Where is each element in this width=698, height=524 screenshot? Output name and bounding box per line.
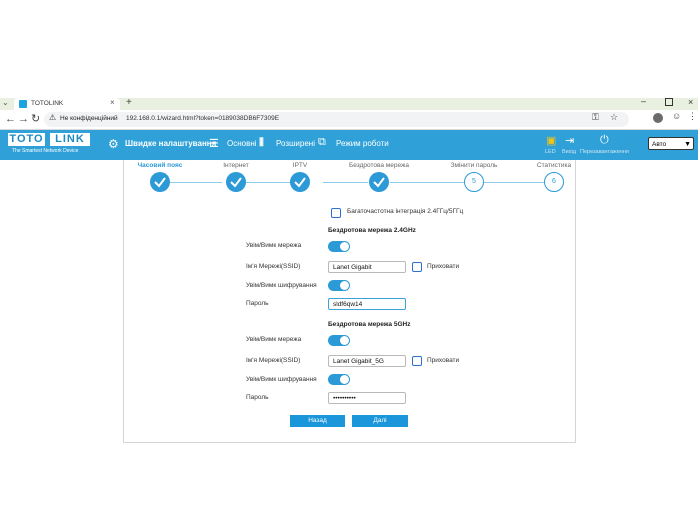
step-1-check[interactable] [150,172,170,192]
browser-tab[interactable]: TOTOLINK × [14,98,120,110]
band24-ssid-label: Ім'я Мережі(SSID) [246,263,301,270]
tab-favicon-icon [19,100,27,108]
band5-hide-label: Приховати [427,357,460,364]
integration-checkbox[interactable] [331,208,341,218]
wizard-panel: Часовий пояс Інтернет IPTV Бездротова ме… [123,160,576,443]
band24-password-input[interactable]: sldf6qw14 [328,298,406,310]
step-connector [484,182,544,183]
tab-close-icon[interactable]: × [110,98,115,107]
gear-icon: ⚙ [108,137,119,151]
back-button[interactable]: Назад [290,415,345,427]
step-label-timezone: Часовий пояс [137,162,183,169]
power-icon[interactable]: ⏻ [600,134,609,147]
band24-hide-label: Приховати [427,263,460,270]
band5-password-label: Пароль [246,394,269,401]
security-status[interactable]: Не конфіденційний [60,115,118,122]
check-icon [373,177,385,188]
forward-icon[interactable]: → [18,112,29,126]
chevron-down-icon: ▼ [684,141,691,148]
step-5[interactable]: 5 [464,172,484,192]
check-icon [294,177,306,188]
browser-tab-strip: ⌄ TOTOLINK × + – × [0,96,698,110]
address-bar-row: ← → ↻ ⚠ Не конфіденційний 192.168.0.1/wi… [0,110,698,130]
minimize-icon[interactable]: – [641,96,646,106]
band5-password-input[interactable]: •••••••••• [328,392,406,404]
check-icon [230,177,242,188]
menu-icon[interactable]: ⋮ [688,111,697,122]
step-3-check[interactable] [290,172,310,192]
band24-wifi-toggle[interactable] [328,241,350,252]
band5-title: Бездротова мережа 5GHz [328,321,411,328]
step-2-check[interactable] [226,172,246,192]
monitor-icon: ⧉ [318,136,326,148]
step-label-password: Змінити пароль [450,162,498,169]
next-button[interactable]: Далі [352,415,408,427]
totolink-logo: TOTO LINK The Smartest Network Device [8,133,90,157]
key-icon[interactable]: ⚿ [592,112,599,123]
band5-encryption-label: Увім/Вимк шифрування [246,376,317,383]
band24-encryption-label: Увім/Вимк шифрування [246,282,317,289]
language-value: Авто [652,141,667,148]
router-header: TOTO LINK The Smartest Network Device ⚙ … [0,130,698,160]
band24-title: Бездротова мережа 2.4GHz [328,227,416,234]
sliders-icon: ⦀ [259,137,264,149]
step-connector [390,182,464,183]
logout-icon[interactable]: ⇥ [565,134,574,147]
band5-ssid-input[interactable]: Lanet Gigabit_5G [328,355,406,367]
step-label-iptv: IPTV [292,162,308,169]
band5-hide-checkbox[interactable] [412,356,422,366]
band24-hide-checkbox[interactable] [412,262,422,272]
band5-ssid-label: Ім'я Мережі(SSID) [246,357,301,364]
band5-encryption-toggle[interactable] [328,374,350,385]
logout-label[interactable]: Вихід [562,149,576,155]
band24-encryption-toggle[interactable] [328,280,350,291]
step-label-statistics: Статистика [536,162,572,169]
band24-ssid-input[interactable]: Lanet Gigabit [328,261,406,273]
close-window-icon[interactable]: × [688,97,693,107]
band24-password-label: Пароль [246,300,269,307]
nav-quick-setup[interactable]: Швидке налаштування [125,138,216,150]
band5-wifi-toggle[interactable] [328,335,350,346]
step-connector [323,182,368,183]
language-select[interactable]: Авто ▼ [648,137,694,150]
maximize-icon[interactable] [665,98,673,106]
new-tab-button[interactable]: + [126,97,132,108]
url-field[interactable]: ⚠ Не конфіденційний 192.168.0.1/wizard.h… [44,112,629,127]
led-label[interactable]: LED [545,149,556,155]
band5-wifi-label: Увім/Вимк мережа [246,336,302,343]
step-label-wireless: Бездротова мережа [349,162,409,169]
tab-search-icon[interactable]: ⌄ [2,98,9,108]
led-icon[interactable]: ▣ [546,134,556,147]
nav-advanced[interactable]: Розширені [276,138,315,150]
url-text[interactable]: 192.168.0.1/wizard.html?token=0189038DB6… [126,115,279,122]
logo-link: LINK [50,133,90,146]
back-icon[interactable]: ← [5,112,16,126]
integration-label: Багаточастотна інтеграція 2.4ГГц/5ГГц [347,208,464,215]
warning-icon: ⚠ [49,113,57,122]
step-6[interactable]: 6 [544,172,564,192]
reboot-label[interactable]: Перезавантаження [580,149,629,155]
step-4-check[interactable] [369,172,389,192]
step-connector [170,182,222,183]
reload-icon[interactable]: ↻ [31,112,40,126]
nav-work-mode[interactable]: Режим роботи [336,138,389,150]
list-icon: ☰ [209,138,219,150]
nav-basic[interactable]: Основні [227,138,257,150]
step-label-internet: Інтернет [223,162,249,169]
check-icon [154,177,166,188]
tab-title: TOTOLINK [31,100,64,107]
band24-wifi-label: Увім/Вимк мережа [246,242,302,249]
extensions-icon[interactable]: ☺ [672,111,681,121]
logo-tagline: The Smartest Network Device [12,148,79,154]
logo-toto: TOTO [8,133,45,146]
profile-icon[interactable] [653,113,663,123]
bookmark-star-icon[interactable]: ☆ [610,112,618,123]
